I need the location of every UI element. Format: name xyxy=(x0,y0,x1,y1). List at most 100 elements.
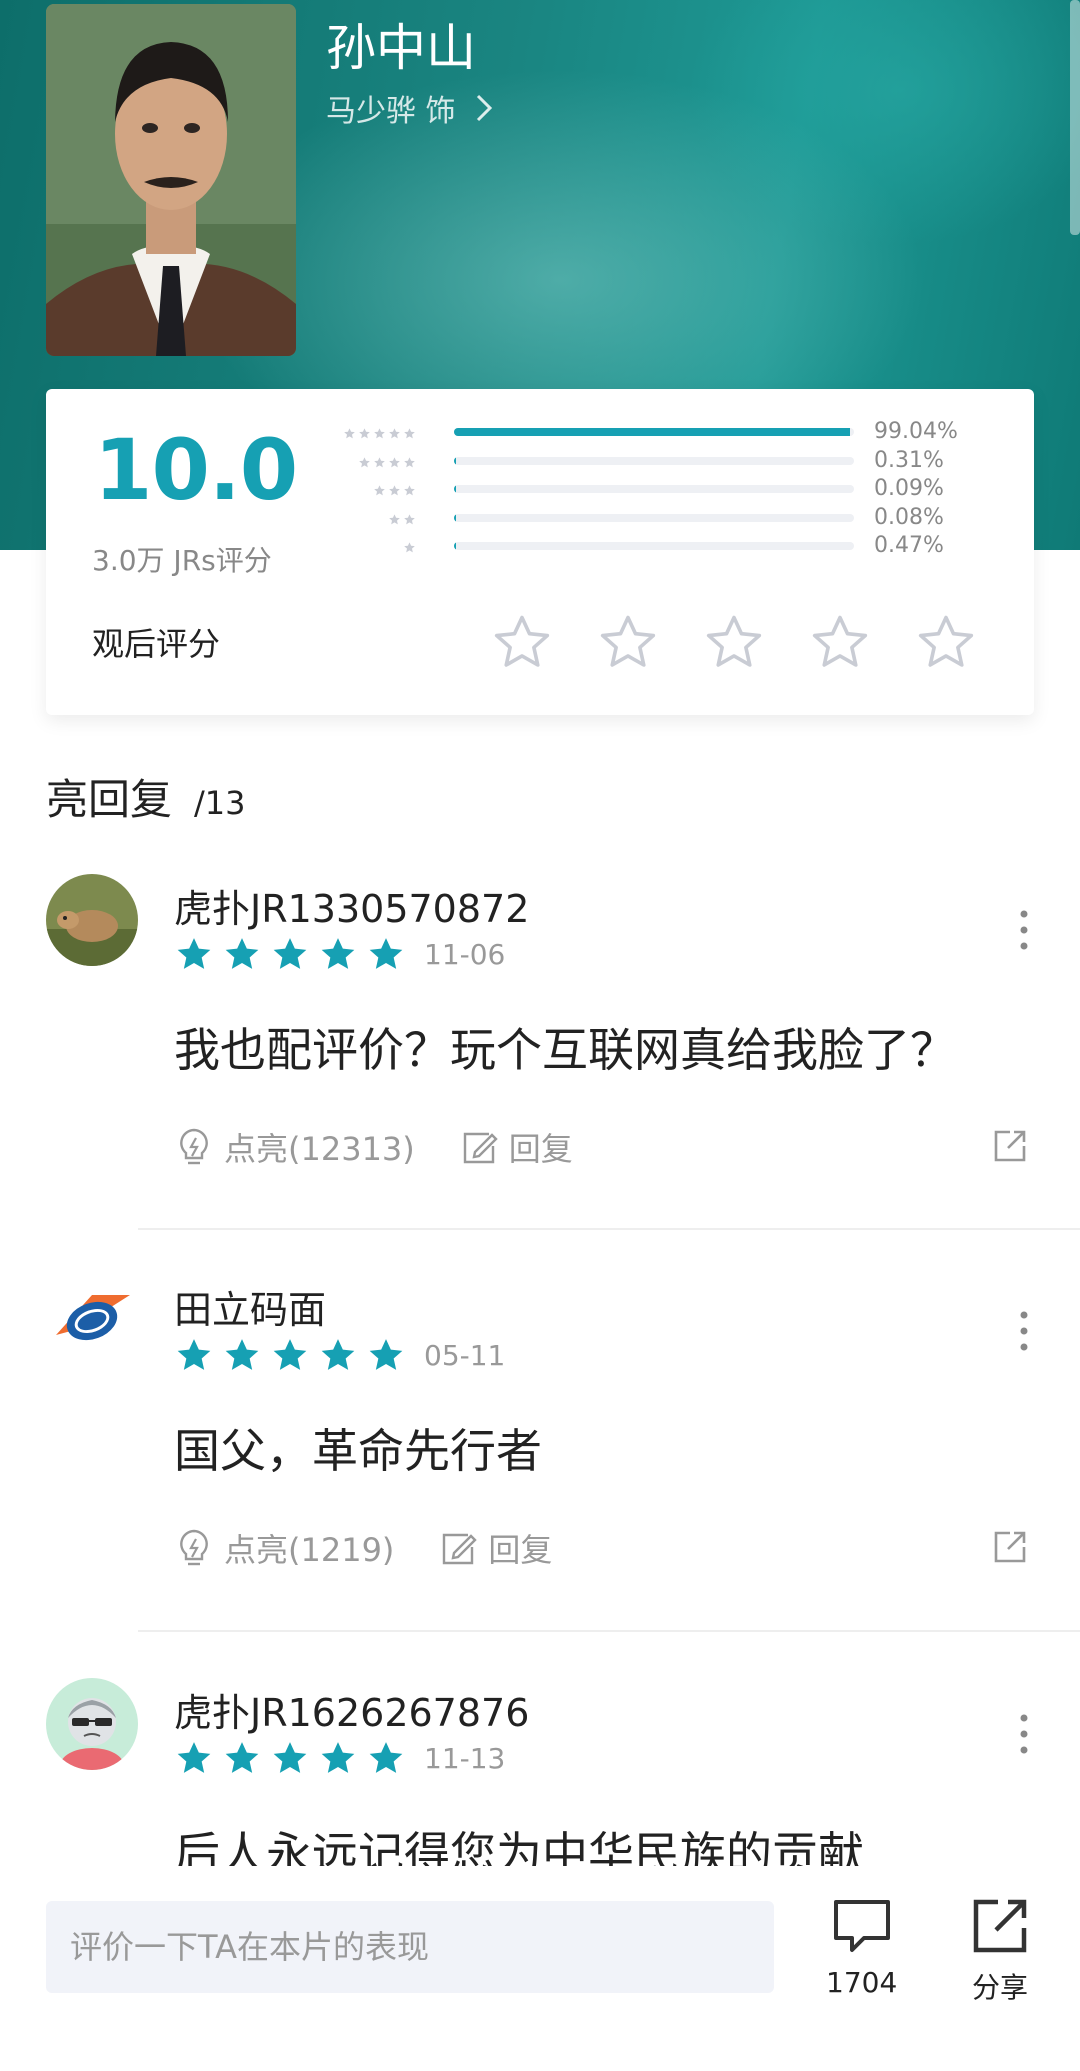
mini-star-icon xyxy=(388,511,401,524)
star-filled-icon xyxy=(225,938,259,969)
edit-icon xyxy=(443,1533,478,1565)
rate-star-3-icon[interactable] xyxy=(703,611,765,673)
like-button[interactable]: 点亮(1219) xyxy=(174,1525,394,1571)
rate-star-4-icon[interactable] xyxy=(809,611,871,673)
comment-rating: 11-13 xyxy=(174,1738,505,1778)
share-icon[interactable] xyxy=(990,1527,1030,1567)
scrollbar[interactable] xyxy=(1070,0,1080,235)
sunglasses-avatar[interactable] xyxy=(46,1678,138,1770)
star-filled-icon xyxy=(321,1339,355,1370)
reply-label: 回复 xyxy=(508,1130,573,1168)
two-star-icons xyxy=(388,511,416,524)
comment-text: 后人永远记得您为中华民族的贡献 xyxy=(174,1827,864,1866)
star-filled-icon xyxy=(177,1742,211,1773)
share-label: 分享 xyxy=(971,1971,1028,2004)
mini-star-icon xyxy=(343,425,356,439)
distribution-track xyxy=(454,542,854,550)
replies-count: /13 xyxy=(194,784,246,822)
mini-star-icon xyxy=(358,425,371,439)
distribution-track xyxy=(454,428,854,436)
rate-star-5-icon[interactable] xyxy=(915,611,977,673)
edit-icon xyxy=(463,1132,498,1164)
divider xyxy=(138,1228,1080,1230)
star-filled-icon xyxy=(177,1339,211,1370)
rating-distribution: 99.04% 0.31% 0.09% 0.08% 0.47% xyxy=(344,419,1006,562)
comment-bubble-icon xyxy=(833,1900,890,1952)
comment-actions: 点亮(1219) 回复 xyxy=(174,1525,552,1571)
star-filled-icon xyxy=(225,1742,259,1773)
comment-username[interactable]: 虎扑JR1330570872 xyxy=(174,878,529,933)
character-portrait xyxy=(46,4,296,356)
comment-username[interactable]: 虎扑JR1626267876 xyxy=(174,1682,529,1737)
five-star-icons xyxy=(343,425,416,439)
distribution-fill xyxy=(454,485,456,493)
mini-star-icon xyxy=(373,482,386,496)
star-filled-icon xyxy=(273,938,307,969)
distribution-row-1: 0.47% xyxy=(356,533,1006,562)
distribution-percent: 0.47% xyxy=(874,533,944,558)
character-name: 孙中山 xyxy=(326,19,476,77)
distribution-row-3: 0.09% xyxy=(356,476,1006,505)
lightbulb-icon xyxy=(180,1529,208,1566)
like-button[interactable]: 点亮(12313) xyxy=(174,1124,415,1170)
distribution-track xyxy=(454,513,854,522)
distribution-percent: 0.09% xyxy=(874,476,944,501)
okc-logo-avatar[interactable] xyxy=(46,1275,138,1367)
bottom-bar: 评价一下TA在本片的表现 1704 分享 xyxy=(0,1866,1080,2071)
comment-username[interactable]: 田立码面 xyxy=(174,1279,326,1334)
distribution-row-5: 99.04% xyxy=(344,419,1006,448)
rating-count: 3.0万 JRs评分 xyxy=(92,544,272,577)
distribution-fill xyxy=(454,513,456,522)
rate-star-2-icon[interactable] xyxy=(597,611,659,673)
mini-star-icon xyxy=(373,454,386,467)
rate-label: 观后评分 xyxy=(92,625,221,663)
mini-star-icon xyxy=(388,425,401,439)
more-vertical-icon[interactable] xyxy=(1018,906,1030,954)
mini-star-icon xyxy=(388,454,401,467)
comment-date: 11-06 xyxy=(424,937,506,971)
rating-card: 10.0 3.0万 JRs评分 99.04% 0.31% 0.09% 0.08%… xyxy=(46,389,1034,715)
share-icon[interactable] xyxy=(990,1126,1030,1166)
three-star-icons xyxy=(373,482,416,496)
star-filled-icon xyxy=(273,1742,307,1773)
star-filled-icon xyxy=(369,1339,403,1370)
comment-actions: 点亮(12313) 回复 xyxy=(174,1124,573,1170)
comment-text: 国父，革命先行者 xyxy=(174,1424,542,1478)
mini-star-icon xyxy=(403,454,416,467)
comment-date: 11-13 xyxy=(424,1741,506,1775)
reply-button[interactable]: 回复 xyxy=(459,1124,573,1170)
mini-star-icon xyxy=(373,425,386,439)
distribution-fill xyxy=(454,456,456,465)
reply-button[interactable]: 回复 xyxy=(438,1525,552,1571)
comment-rating: 11-06 xyxy=(174,934,505,974)
comment-date: 05-11 xyxy=(424,1338,506,1372)
comments-count: 1704 xyxy=(826,1966,898,1999)
like-label: 点亮(1219) xyxy=(224,1531,395,1569)
review-input[interactable]: 评价一下TA在本片的表现 xyxy=(46,1901,774,1993)
mini-star-icon xyxy=(358,454,371,467)
like-label: 点亮(12313) xyxy=(224,1130,415,1168)
share-button[interactable]: 分享 xyxy=(968,1896,1032,2006)
replies-header: 亮回复 /13 xyxy=(46,766,246,827)
star-filled-icon xyxy=(369,1742,403,1773)
divider xyxy=(138,1630,1080,1632)
distribution-fill xyxy=(454,428,851,436)
distribution-percent: 0.31% xyxy=(874,447,944,473)
distribution-track xyxy=(454,456,854,465)
mini-star-icon xyxy=(403,482,416,496)
comments-button[interactable]: 1704 xyxy=(826,1896,897,1999)
star-filled-icon xyxy=(177,938,211,969)
comment-rating: 05-11 xyxy=(174,1335,505,1375)
rate-star-1-icon[interactable] xyxy=(491,611,553,673)
more-vertical-icon[interactable] xyxy=(1018,1307,1030,1355)
star-filled-icon xyxy=(321,1742,355,1773)
distribution-percent: 99.04% xyxy=(874,419,958,444)
actor-name: 马少骅 饰 xyxy=(326,94,456,129)
actor-link[interactable]: 马少骅 饰 xyxy=(326,86,498,130)
distribution-percent: 0.08% xyxy=(874,504,944,530)
mini-star-icon xyxy=(388,482,401,496)
more-vertical-icon[interactable] xyxy=(1018,1710,1030,1758)
distribution-track xyxy=(454,485,854,493)
rate-stars[interactable] xyxy=(491,611,977,673)
meerkat-avatar[interactable] xyxy=(46,874,138,966)
